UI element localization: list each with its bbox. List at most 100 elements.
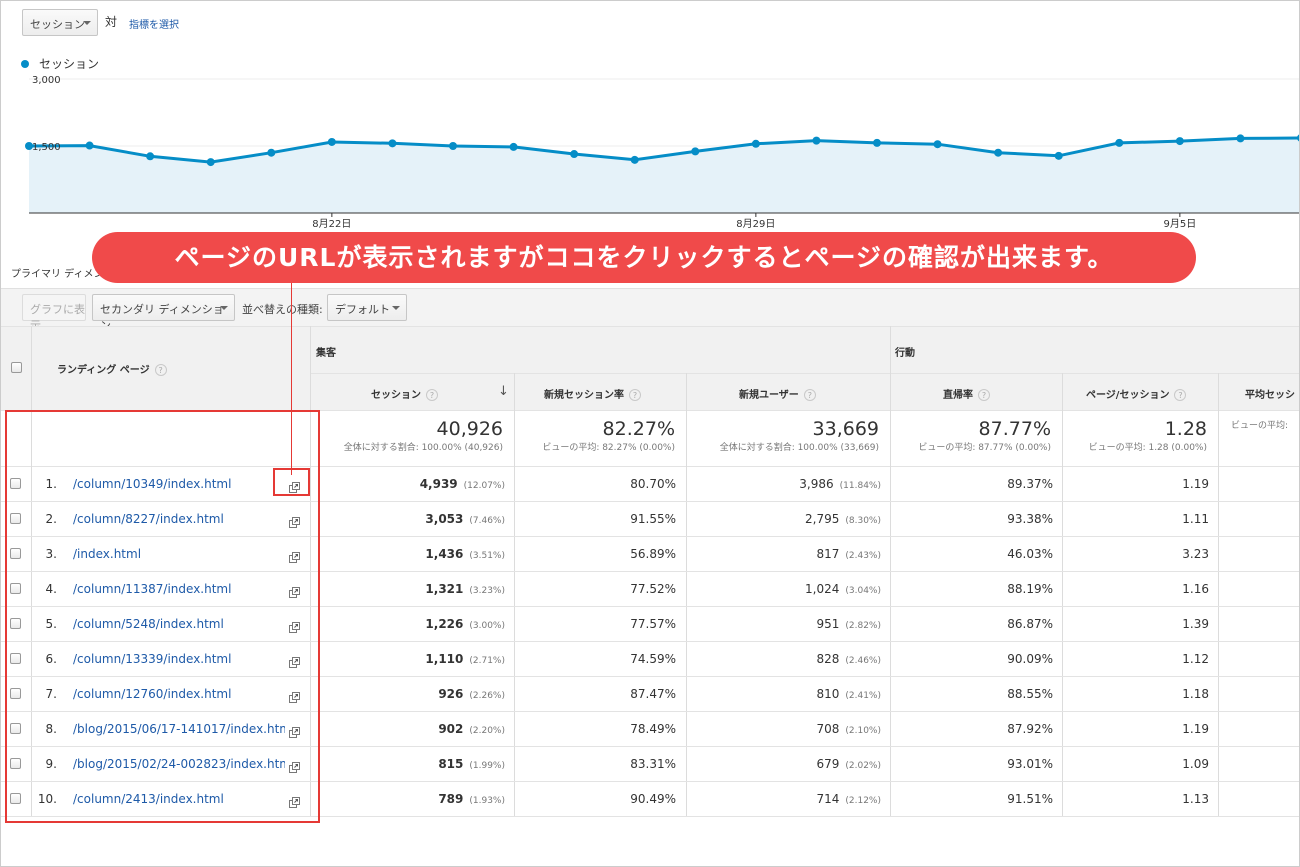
total-avg-session: ビューの平均:: [1231, 418, 1299, 431]
bounce-rate-cell: 89.37%: [1007, 477, 1053, 491]
new-session-rate-cell: 77.52%: [630, 582, 676, 596]
total-sessions: 40,926 全体に対する割合: 100.00% (40,926): [311, 418, 503, 453]
sessions-cell: 4,939 (12.07%): [311, 477, 505, 491]
col-header-pages-per-session[interactable]: ページ/セッション?: [1086, 386, 1187, 401]
total-pages-per-session-sub: ビューの平均: 1.28 (0.00%): [1088, 443, 1207, 453]
data-point: [994, 148, 1003, 157]
sort-descending-arrow-icon[interactable]: ↓: [498, 384, 509, 399]
new-users-cell: 810 (2.41%): [687, 687, 881, 701]
pages-per-session-cell: 1.18: [1182, 687, 1209, 701]
total-new-session-rate-value: 82.27%: [602, 418, 675, 440]
data-point: [933, 140, 942, 149]
help-icon[interactable]: ?: [803, 389, 816, 401]
legend-label: セッション: [39, 57, 100, 71]
chevron-down-icon: [392, 306, 400, 310]
new-users-value: 1,024: [805, 582, 840, 596]
bounce-rate-cell: 93.38%: [1007, 512, 1053, 526]
data-point: [509, 142, 518, 151]
col-header-bounce-rate-label: 直帰率: [943, 390, 973, 401]
help-icon[interactable]: ?: [1174, 389, 1187, 401]
new-users-value: 817: [816, 547, 840, 561]
legend-dot-icon: [21, 59, 29, 68]
col-header-new-session-rate[interactable]: 新規セッション率?: [544, 386, 641, 401]
new-users-percent: (11.84%): [839, 481, 881, 491]
sessions-cell: 1,321 (3.23%): [311, 582, 505, 596]
col-header-sessions[interactable]: セッション?: [371, 386, 438, 401]
sessions-percent: (7.46%): [469, 516, 505, 526]
data-point: [206, 158, 215, 167]
new-users-value: 951: [816, 617, 840, 631]
pages-per-session-cell: 1.09: [1182, 757, 1209, 771]
new-session-rate-cell: 77.57%: [630, 617, 676, 631]
open-page-highlight-box: [273, 468, 310, 496]
total-new-users-sub: 全体に対する割合: 100.00% (33,669): [719, 443, 879, 453]
data-point: [267, 148, 276, 157]
secondary-dimension-dropdown[interactable]: セカンダリ ディメンション: [92, 294, 235, 332]
bounce-rate-cell: 46.03%: [1007, 547, 1053, 561]
sessions-percent: (1.93%): [469, 796, 505, 806]
bounce-rate-cell: 87.92%: [1007, 722, 1053, 736]
col-header-bounce-rate[interactable]: 直帰率?: [943, 386, 990, 401]
total-bounce-rate: 87.77% ビューの平均: 87.77% (0.00%): [891, 418, 1051, 453]
sessions-cell: 789 (1.93%): [311, 792, 505, 806]
sessions-cell: 3,053 (7.46%): [311, 512, 505, 526]
bounce-rate-cell: 86.87%: [1007, 617, 1053, 631]
sessions-percent: (1.99%): [469, 761, 505, 771]
col-header-avg-session[interactable]: 平均セッシ: [1245, 386, 1299, 401]
new-users-value: 679: [816, 757, 840, 771]
landing-page-header[interactable]: ランディング ページ?: [57, 361, 167, 376]
x-tick-label: 8月22日: [312, 218, 351, 230]
sessions-percent: (3.00%): [469, 621, 505, 631]
select-all-checkbox[interactable]: [11, 362, 22, 373]
new-users-cell: 951 (2.82%): [687, 617, 881, 631]
pages-per-session-cell: 1.19: [1182, 722, 1209, 736]
new-users-value: 2,795: [805, 512, 840, 526]
sort-type-dropdown[interactable]: デフォルト: [327, 294, 407, 321]
data-point: [1054, 151, 1063, 160]
sessions-cell: 1,110 (2.71%): [311, 652, 505, 666]
data-point: [630, 155, 639, 164]
bounce-rate-cell: 91.51%: [1007, 792, 1053, 806]
new-users-cell: 828 (2.46%): [687, 652, 881, 666]
total-avg-session-sub: ビューの平均:: [1231, 421, 1289, 431]
total-bounce-rate-sub: ビューの平均: 87.77% (0.00%): [918, 443, 1051, 453]
bounce-rate-cell: 90.09%: [1007, 652, 1053, 666]
help-icon[interactable]: ?: [629, 389, 641, 401]
new-users-percent: (2.43%): [845, 551, 881, 561]
chart-legend: セッション: [21, 55, 99, 72]
pages-per-session-cell: 1.19: [1182, 477, 1209, 491]
sessions-value: 1,436: [425, 547, 464, 561]
col-header-sessions-label: セッション: [371, 390, 421, 401]
sort-type-value: デフォルト: [335, 303, 390, 316]
sessions-value: 3,053: [425, 512, 464, 526]
sessions-value: 1,226: [425, 617, 464, 631]
grid-line: [310, 373, 1299, 374]
metric-dropdown[interactable]: セッション: [22, 9, 98, 36]
analytics-report: セッション 対 指標を選択 セッション 3,000 1,500 8月22日 8月29日…: [0, 0, 1300, 867]
help-icon[interactable]: ?: [154, 364, 167, 376]
data-point: [873, 138, 881, 147]
x-tick-label: 8月29日: [736, 218, 775, 230]
help-icon[interactable]: ?: [426, 389, 438, 401]
total-new-session-rate: 82.27% ビューの平均: 82.27% (0.00%): [515, 418, 675, 453]
data-point: [146, 152, 155, 161]
grid-line: [1, 326, 1299, 327]
versus-label: 対: [105, 15, 118, 29]
bounce-rate-cell: 93.01%: [1007, 757, 1053, 771]
bounce-rate-cell: 88.19%: [1007, 582, 1053, 596]
pages-per-session-cell: 1.39: [1182, 617, 1209, 631]
select-metric-link[interactable]: 指標を選択: [129, 16, 179, 31]
total-bounce-rate-value: 87.77%: [978, 418, 1051, 440]
sessions-cell: 1,436 (3.51%): [311, 547, 505, 561]
new-users-cell: 679 (2.02%): [687, 757, 881, 771]
new-session-rate-cell: 74.59%: [630, 652, 676, 666]
new-users-cell: 714 (2.12%): [687, 792, 881, 806]
group-behavior-header: 行動: [895, 348, 915, 359]
total-new-session-rate-sub: ビューの平均: 82.27% (0.00%): [542, 443, 675, 453]
sessions-chart: 3,000 1,500 8月22日 8月29日 9月5日: [25, 75, 1299, 230]
plot-rows-button[interactable]: グラフに表示: [22, 294, 86, 332]
new-users-value: 828: [816, 652, 840, 666]
col-header-new-users[interactable]: 新規ユーザー?: [739, 386, 816, 401]
sort-type-label: 並べ替えの種類:: [242, 303, 323, 316]
help-icon[interactable]: ?: [978, 389, 990, 401]
